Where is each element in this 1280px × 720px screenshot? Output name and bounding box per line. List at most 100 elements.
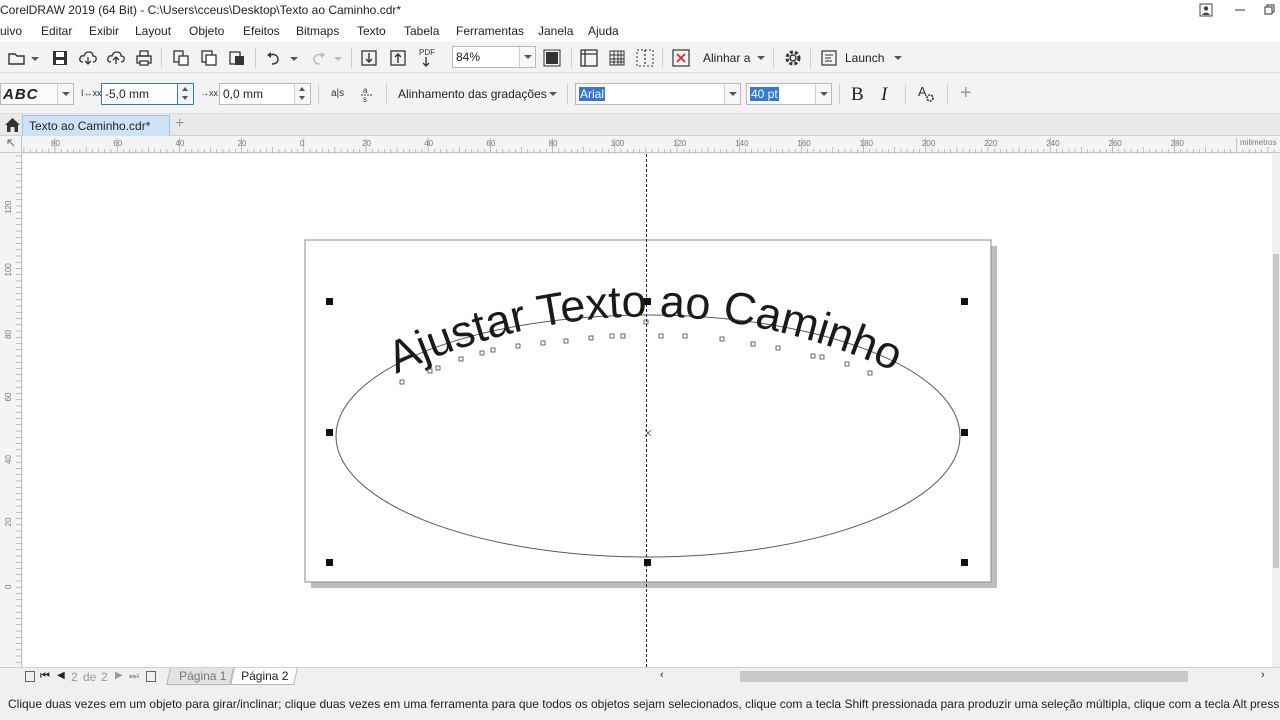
status-bar: Clique duas vezes em um objeto para gira… — [0, 686, 1280, 720]
drawing-workspace[interactable]: Ajustar Texto ao Caminho — [23, 154, 1272, 668]
font-size-dropdown-button[interactable] — [815, 84, 831, 104]
toolbar-separator — [905, 84, 906, 104]
horizontal-scroll-thumb[interactable] — [740, 671, 1188, 682]
horizontal-scrollbar[interactable]: ‹ › — [657, 668, 1272, 685]
user-icon[interactable] — [1192, 0, 1220, 20]
text-path-preset-combo[interactable]: ABC — [0, 83, 74, 105]
distance-from-path-input[interactable]: -5,0 mm — [101, 83, 194, 105]
menu-objeto[interactable]: Objeto — [189, 24, 224, 38]
spin-up-icon[interactable] — [182, 87, 188, 91]
mirror-vertical-icon[interactable]: as — [360, 85, 374, 104]
spin-down-icon[interactable] — [182, 96, 188, 100]
open-dropdown-arrow[interactable] — [31, 57, 39, 61]
ruler-tick-label: 80 — [549, 139, 558, 148]
prev-page-icon[interactable]: ◀ — [57, 670, 65, 681]
zoom-fit-icon[interactable] — [541, 47, 563, 69]
menu-efeitos[interactable]: Efeitos — [243, 24, 280, 38]
add-page-icon[interactable] — [146, 671, 156, 682]
zoom-level-combo[interactable]: 84% — [452, 46, 536, 68]
paste-icon[interactable] — [226, 47, 248, 69]
align-to-dropdown-arrow[interactable] — [757, 56, 765, 60]
pdf-label: PDF — [419, 48, 435, 57]
first-page-icon[interactable]: ⏮ — [40, 670, 50, 683]
page-nav-icon[interactable] — [25, 671, 35, 682]
open-folder-icon[interactable] — [6, 47, 28, 69]
redo-icon[interactable] — [307, 47, 329, 69]
tick-alignment-label[interactable]: Alinhamento das gradações — [398, 87, 547, 101]
options-gear-icon[interactable] — [782, 47, 804, 69]
redo-dropdown-arrow[interactable] — [334, 57, 342, 61]
italic-button[interactable]: I — [881, 84, 887, 106]
add-toolbar-button[interactable]: + — [960, 82, 972, 105]
welcome-home-icon[interactable] — [4, 117, 21, 133]
toolbar-separator — [386, 84, 387, 104]
menu-janela[interactable]: Janela — [538, 24, 573, 38]
font-dropdown-button[interactable] — [724, 84, 740, 104]
next-page-icon[interactable]: ▶ — [115, 670, 123, 681]
character-format-icon[interactable]: A — [917, 84, 937, 106]
last-page-icon[interactable]: ⏭ — [129, 670, 139, 683]
show-rulers-icon[interactable] — [578, 47, 600, 69]
undo-dropdown-arrow[interactable] — [290, 57, 298, 61]
menu-ferramentas[interactable]: Ferramentas — [456, 24, 524, 38]
launch-dropdown-arrow[interactable] — [894, 56, 902, 60]
distance-spinner[interactable] — [177, 84, 193, 104]
spin-up-icon[interactable] — [299, 87, 305, 91]
menu-bitmaps[interactable]: Bitmaps — [296, 24, 339, 38]
vertical-scrollbar[interactable] — [1272, 154, 1280, 668]
menu-arquivo[interactable]: uivo — [0, 24, 22, 38]
menu-editar[interactable]: Editar — [41, 24, 72, 38]
launch-label[interactable]: Launch — [845, 51, 884, 65]
restore-button[interactable] — [1256, 0, 1280, 20]
save-icon[interactable] — [49, 47, 71, 69]
font-family-combo[interactable]: Arial — [575, 83, 741, 105]
minimize-button[interactable] — [1226, 0, 1254, 20]
title-bar: CorelDRAW 2019 (64 Bit) - C:\Users\cceus… — [0, 0, 1280, 20]
vertical-ruler[interactable]: 120 100 80 60 40 20 0 — [0, 153, 22, 669]
menu-exibir[interactable]: Exibir — [89, 24, 119, 38]
copy-icon[interactable] — [198, 47, 220, 69]
new-tab-button[interactable]: + — [175, 115, 184, 133]
menu-texto[interactable]: Texto — [357, 24, 386, 38]
ruler-tick-label: 220 — [984, 139, 998, 148]
snap-off-icon[interactable] — [670, 47, 692, 69]
preset-dropdown-button[interactable] — [57, 84, 73, 104]
cut-icon[interactable] — [170, 47, 192, 69]
scroll-left-icon[interactable]: ‹ — [660, 669, 664, 681]
horizontal-offset-input[interactable]: 0,0 mm — [219, 83, 311, 105]
launch-app-icon[interactable] — [818, 47, 840, 69]
zoom-dropdown-button[interactable] — [519, 47, 535, 67]
tick-alignment-dropdown-arrow[interactable] — [549, 92, 557, 96]
print-icon[interactable] — [133, 47, 155, 69]
scroll-right-icon[interactable]: › — [1261, 669, 1265, 681]
page-tab-1[interactable]: Página 1 — [166, 668, 234, 685]
ruler-tick-label: 20 — [362, 139, 371, 148]
ruler-tick-label: 40 — [175, 139, 184, 148]
cloud-download-icon[interactable] — [77, 47, 99, 69]
menu-layout[interactable]: Layout — [135, 24, 171, 38]
align-to-label[interactable]: Alinhar a — [703, 51, 750, 65]
mirror-horizontal-icon[interactable]: a|s — [331, 88, 344, 99]
spin-down-icon[interactable] — [299, 96, 305, 100]
document-tab[interactable]: Texto ao Caminho.cdr* — [22, 115, 170, 136]
horizontal-ruler[interactable]: 80 60 40 20 0 20 40 60 80 100 120 140 160 180 200 220 24… — [22, 136, 1280, 153]
undo-icon[interactable] — [263, 47, 285, 69]
export-icon[interactable] — [387, 47, 409, 69]
bold-button[interactable]: B — [851, 84, 864, 106]
ruler-origin[interactable] — [0, 136, 22, 153]
ruler-tick-label: 0 — [4, 584, 13, 589]
show-grid-icon[interactable] — [606, 47, 628, 69]
offset-spinner[interactable] — [294, 84, 310, 104]
page-tab-2[interactable]: Página 2 — [230, 668, 298, 685]
import-icon[interactable] — [358, 47, 380, 69]
menu-ajuda[interactable]: Ajuda — [588, 24, 619, 38]
show-guidelines-icon[interactable] — [634, 47, 656, 69]
canvas-svg[interactable]: Ajustar Texto ao Caminho — [23, 154, 1272, 668]
pdf-export-icon[interactable]: PDF — [415, 47, 437, 69]
cloud-upload-icon[interactable] — [105, 47, 127, 69]
menu-tabela[interactable]: Tabela — [404, 24, 439, 38]
page-tab-1-label: Página 1 — [179, 669, 227, 683]
current-page-number[interactable]: 2 — [71, 670, 78, 684]
vertical-scroll-thumb[interactable] — [1273, 254, 1279, 568]
font-size-combo[interactable]: 40 pt — [746, 83, 832, 105]
